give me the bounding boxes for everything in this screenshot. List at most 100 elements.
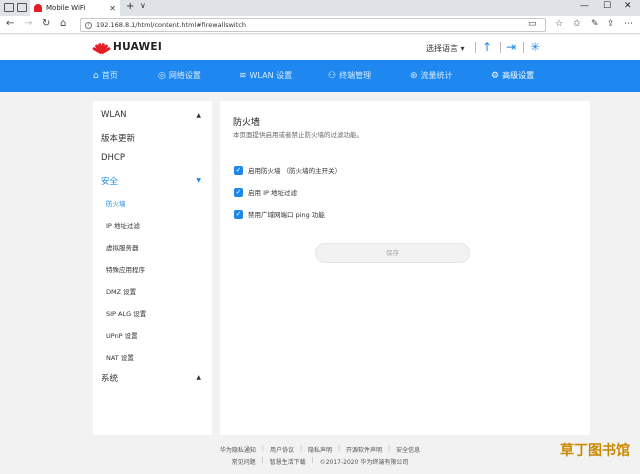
nav-label: 网络设置: [168, 71, 201, 80]
sidebar-subitem-virtual-server[interactable]: 虚拟服务器: [106, 242, 139, 252]
update-arrow-icon[interactable]: ↑: [482, 40, 492, 54]
home-icon: ⌂: [93, 70, 99, 81]
footer-link[interactable]: 华为隐私通知: [214, 445, 262, 454]
footer-link[interactable]: 用户协议: [264, 445, 300, 454]
nav-home[interactable]: ⌂ 首页: [93, 70, 118, 81]
favorite-star-icon[interactable]: ☆: [555, 19, 563, 29]
home-browser-icon[interactable]: ⌂: [60, 18, 66, 29]
sidebar-label: 系统: [101, 374, 119, 384]
sidebar-label: WLAN: [101, 110, 127, 120]
loading-spinner-icon: ✳: [530, 40, 541, 54]
divider: [523, 42, 524, 53]
footer: 华为隐私通知 | 用户协议 | 隐私声明 | 开源软件声明 | 安全信息 常见问题 | 智…: [0, 440, 640, 474]
url-text: 192.168.8.1/html/content.html#firewallsw…: [96, 21, 246, 29]
nav-device-management[interactable]: ⚇ 终端管理: [328, 70, 371, 81]
gear-icon: ⚙: [491, 70, 500, 81]
page-description: 本页面提供启用或者禁止防火墙的过滤功能。: [233, 131, 363, 139]
forward-icon[interactable]: →: [24, 18, 32, 29]
footer-links-row: 常见问题 | 智慧生活下载 | ©2017-2020 华为终端有限公司: [0, 457, 640, 466]
option-label: 启用 IP 地址过滤: [248, 189, 297, 197]
nav-label: 首页: [101, 71, 118, 80]
sidebar-subitem-ip-filter[interactable]: IP 地址过滤: [106, 220, 140, 230]
window-icon[interactable]: [4, 3, 14, 12]
browser-tab-bar: Mobile WiFi ✕ + ∨ — ☐ ✕: [0, 0, 640, 16]
favorites-list-icon[interactable]: ✩: [573, 19, 581, 29]
browser-tab[interactable]: Mobile WiFi ✕: [30, 0, 120, 16]
footer-link[interactable]: 智慧生活下载: [264, 457, 312, 466]
sidebar-subitem-firewall[interactable]: 防火墙: [106, 198, 126, 208]
checkbox-checked-icon[interactable]: ✓: [234, 165, 243, 175]
new-tab-icon[interactable]: +: [126, 1, 134, 12]
footer-link[interactable]: 常见问题: [226, 457, 262, 466]
maximize-icon[interactable]: ☐: [603, 1, 611, 11]
sidebar-subitem-nat[interactable]: NAT 设置: [106, 352, 134, 362]
sidebar-item-system[interactable]: 系统 ▲: [101, 372, 201, 384]
sidebar-item-dhcp[interactable]: DHCP: [101, 153, 201, 163]
collapse-arrow-icon: ▲: [196, 374, 201, 381]
site-info-icon[interactable]: i: [85, 21, 92, 29]
brand-name: HUAWEI: [113, 41, 163, 53]
footer-link[interactable]: 开源软件声明: [340, 445, 388, 454]
checkbox-checked-icon[interactable]: ✓: [234, 209, 243, 219]
reading-view-icon[interactable]: ▭: [528, 19, 537, 29]
nav-label: 流量统计: [420, 71, 453, 80]
option-label: 启用防火墙 （防火墙的主开关）: [248, 167, 342, 175]
sidebar-subitem-special-apps[interactable]: 特殊应用程序: [106, 264, 145, 274]
page-title: 防火墙: [233, 118, 261, 128]
footer-link[interactable]: 隐私声明: [302, 445, 338, 454]
minimize-icon[interactable]: —: [580, 1, 589, 11]
nav-network-settings[interactable]: ◎ 网络设置: [158, 70, 201, 81]
sidebar-subitem-upnp[interactable]: UPnP 设置: [106, 330, 138, 340]
more-icon[interactable]: ⋯: [624, 19, 633, 29]
devices-icon: ⚇: [328, 70, 337, 81]
address-bar: ← → ↻ ⌂ i 192.168.8.1/html/content.html#…: [0, 16, 640, 34]
option-disable-wan-ping[interactable]: ✓ 禁用广域网端口 ping 功能: [234, 209, 325, 219]
sidebar-subitem-dmz[interactable]: DMZ 设置: [106, 286, 136, 296]
sidebar-item-wlan[interactable]: WLAN ▲: [101, 110, 201, 120]
sidebar-item-update[interactable]: 版本更新: [101, 132, 201, 144]
watermark: 草丁图书馆: [560, 443, 630, 459]
back-icon[interactable]: ←: [6, 18, 14, 29]
tab-title: Mobile WiFi: [46, 4, 86, 12]
nav-label: 终端管理: [339, 71, 372, 80]
router-header: HUAWEI 选择语言 ▾ ↑ ⇥ ✳: [0, 35, 640, 60]
url-input[interactable]: i 192.168.8.1/html/content.html#firewall…: [80, 18, 546, 32]
main-nav: ⌂ 首页 ◎ 网络设置 ≋ WLAN 设置 ⚇ 终端管理 ⊛ 流量统计 ⚙ 高级…: [0, 60, 640, 92]
globe-icon: ◎: [158, 70, 166, 81]
huawei-logo[interactable]: HUAWEI: [92, 40, 163, 55]
nav-traffic-stats[interactable]: ⊛ 流量统计: [410, 70, 453, 81]
footer-links-row: 华为隐私通知 | 用户协议 | 隐私声明 | 开源软件声明 | 安全信息: [0, 445, 640, 454]
checkbox-checked-icon[interactable]: ✓: [234, 187, 243, 197]
pen-icon[interactable]: ✎: [591, 19, 599, 29]
close-window-icon[interactable]: ✕: [624, 1, 632, 11]
sidebar-label: DHCP: [101, 153, 125, 163]
sidebar-item-security[interactable]: 安全 ▼: [101, 175, 201, 187]
nav-label: WLAN 设置: [249, 71, 293, 80]
sidebar: WLAN ▲ 版本更新 DHCP 安全 ▼ 防火墙 IP 地址过滤 虚拟服务器 …: [93, 101, 212, 435]
footer-link[interactable]: 安全信息: [390, 445, 426, 454]
share-icon[interactable]: ⇪: [607, 19, 615, 29]
option-enable-firewall[interactable]: ✓ 启用防火墙 （防火墙的主开关）: [234, 165, 341, 175]
tab-list-chevron-icon[interactable]: ∨: [140, 1, 146, 10]
close-tab-icon[interactable]: ✕: [109, 4, 116, 13]
save-button[interactable]: 保存: [315, 243, 470, 263]
nav-advanced-settings[interactable]: ⚙ 高级设置: [491, 70, 534, 81]
huawei-favicon-icon: [34, 4, 42, 12]
option-enable-ip-filter[interactable]: ✓ 启用 IP 地址过滤: [234, 187, 297, 197]
nav-wlan-settings[interactable]: ≋ WLAN 设置: [239, 70, 292, 81]
logout-icon[interactable]: ⇥: [506, 40, 516, 54]
sidebar-label: 安全: [101, 177, 119, 187]
firewall-panel: 防火墙 本页面提供启用或者禁止防火墙的过滤功能。 ✓ 启用防火墙 （防火墙的主开…: [220, 101, 590, 435]
refresh-icon[interactable]: ↻: [42, 18, 50, 29]
nav-label: 高级设置: [502, 71, 535, 80]
sidebar-subitem-sip-alg[interactable]: SIP ALG 设置: [106, 308, 146, 318]
language-select[interactable]: 选择语言 ▾: [426, 43, 465, 54]
wifi-icon: ≋: [239, 70, 247, 81]
divider: [500, 42, 501, 53]
divider: [475, 42, 476, 53]
expand-arrow-icon: ▼: [196, 177, 201, 184]
sidebar-label: 版本更新: [101, 134, 136, 144]
tabs-icon[interactable]: [17, 3, 27, 12]
huawei-flower-icon: [92, 40, 111, 55]
traffic-icon: ⊛: [410, 70, 418, 81]
